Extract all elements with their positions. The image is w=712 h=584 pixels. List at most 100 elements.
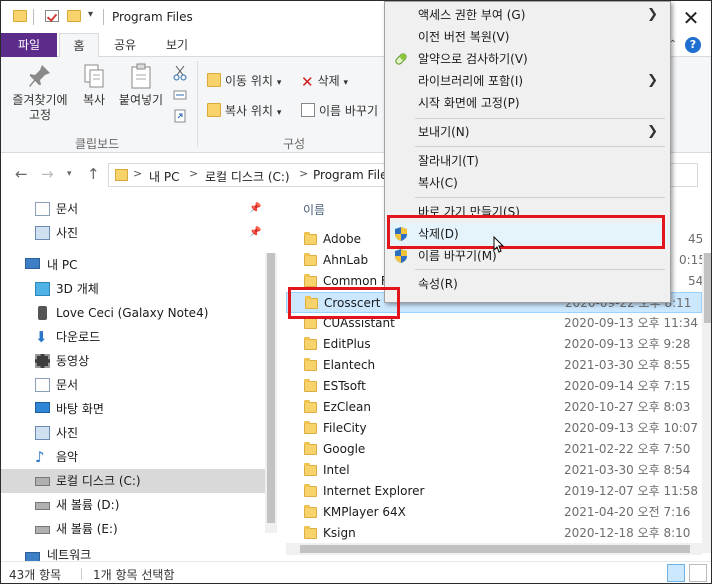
documents-icon — [35, 202, 50, 216]
desktop-icon — [35, 402, 50, 413]
scrollbar-thumb[interactable] — [300, 545, 690, 553]
videos-icon — [35, 354, 50, 368]
date-modified: 2020-09-14 오후 7:15 — [564, 379, 691, 393]
breadcrumb-chevron-icon[interactable]: > — [299, 167, 308, 180]
horizontal-scrollbar[interactable] — [286, 543, 702, 555]
cut-icon[interactable] — [173, 65, 187, 81]
scrollbar-thumb[interactable] — [267, 253, 275, 523]
sidebar-item-label: 문서 — [56, 378, 79, 392]
paste-shortcut-icon[interactable] — [173, 109, 187, 123]
move-to-button[interactable]: 이동 위치 ▾ — [207, 71, 281, 91]
breadcrumb-this-pc[interactable]: 내 PC — [149, 168, 179, 185]
close-button[interactable]: ✕ — [679, 7, 703, 29]
tab-file[interactable]: 파일 — [1, 33, 57, 57]
sidebar-item-local-disk[interactable]: 로컬 디스크 (C:) — [1, 469, 265, 493]
pin-icon[interactable]: 📌 — [249, 221, 261, 245]
recent-locations-icon[interactable]: ▾ — [67, 169, 72, 179]
sidebar-item-downloads[interactable]: ⬇ 다운로드 — [1, 325, 265, 349]
up-arrow-icon[interactable]: ↑ — [87, 165, 100, 183]
column-header-name[interactable]: 이름 — [303, 201, 325, 218]
list-item[interactable]: Google 2021-02-22 오후 7:50 — [286, 439, 702, 460]
sidebar-item-music[interactable]: ♪ 음악 — [1, 445, 265, 469]
drive-icon — [35, 526, 50, 534]
scrollbar-thumb[interactable] — [704, 253, 711, 323]
menu-item-include-in-library[interactable]: 라이브러리에 포함(I) ❯ — [385, 70, 670, 92]
menu-item-cut[interactable]: 잘라내기(T) — [385, 150, 670, 172]
menu-item-rename[interactable]: 이름 바꾸기(M) — [385, 245, 670, 267]
date-modified: 2020-10-27 오후 8:03 — [564, 400, 691, 414]
3d-objects-icon — [35, 282, 50, 296]
list-item[interactable]: EditPlus 2020-09-13 오후 9:28 — [286, 334, 702, 355]
quick-access-dropdown-icon[interactable]: ▾ — [88, 9, 93, 20]
large-icons-view-icon[interactable] — [689, 564, 707, 582]
sidebar-item-this-pc[interactable]: 내 PC — [1, 253, 265, 277]
sidebar-item-phone[interactable]: Love Ceci (Galaxy Note4) — [1, 301, 265, 325]
folder-icon — [304, 274, 317, 287]
menu-separator — [415, 269, 665, 270]
paste-button[interactable]: 붙여넣기 — [115, 63, 167, 108]
local-disk-icon — [35, 477, 50, 486]
list-item[interactable]: CUAssistant 2020-09-13 오후 11:34 — [286, 313, 702, 334]
menu-item-pin-to-start[interactable]: 시작 화면에 고정(P) — [385, 92, 670, 114]
sidebar-item-videos[interactable]: 동영상 — [1, 349, 265, 373]
file-list-scrollbar[interactable] — [702, 253, 711, 553]
breadcrumb-program-files[interactable]: Program Files — [313, 168, 394, 182]
menu-item-label: 삭제(D) — [418, 227, 459, 241]
pin-to-quick-access-button[interactable]: 즐겨찾기에 고정 — [9, 63, 71, 123]
menu-item-create-shortcut[interactable]: 바로 가기 만들기(S) — [385, 201, 670, 223]
list-item[interactable]: FileCity 2020-09-13 오후 10:07 — [286, 418, 702, 439]
copy-to-button[interactable]: 복사 위치 ▾ — [207, 101, 281, 121]
sidebar-item-3d-objects[interactable]: 3D 개체 — [1, 277, 265, 301]
back-arrow-icon[interactable]: ← — [15, 165, 28, 183]
list-item[interactable]: Elantech 2021-03-30 오후 8:55 — [286, 355, 702, 376]
tab-share[interactable]: 공유 — [105, 33, 145, 57]
menu-item-delete[interactable]: 삭제(D) — [385, 223, 670, 245]
sidebar-item-label: 동영상 — [56, 354, 90, 368]
list-item[interactable]: ESTsoft 2020-09-14 오후 7:15 — [286, 376, 702, 397]
menu-item-label: 라이브러리에 포함(I) — [418, 74, 524, 88]
pin-icon[interactable]: 📌 — [249, 197, 261, 221]
forward-arrow-icon[interactable]: → — [41, 165, 54, 183]
help-icon[interactable]: ? — [685, 37, 701, 53]
tab-home[interactable]: 홈 — [59, 33, 99, 58]
list-item[interactable]: Intel 2021-03-30 오후 8:54 — [286, 460, 702, 481]
list-item[interactable]: Internet Explorer 2019-12-07 오후 11:58 — [286, 481, 702, 502]
sidebar-item-label: 새 볼륨 (D:) — [56, 498, 120, 512]
copy-button[interactable]: 복사 — [75, 63, 113, 108]
delete-button[interactable]: ✕ 삭제 ▾ — [301, 71, 348, 91]
sidebar-item-documents-pinned[interactable]: 문서 📌 — [1, 197, 265, 221]
menu-item-properties[interactable]: 속성(R) — [385, 273, 670, 295]
submenu-arrow-icon: ❯ — [647, 7, 658, 22]
sidebar-item-documents[interactable]: 문서 — [1, 373, 265, 397]
list-item[interactable]: EzClean 2020-10-27 오후 8:03 — [286, 397, 702, 418]
menu-item-copy[interactable]: 복사(C) — [385, 172, 670, 194]
properties-check-icon[interactable] — [45, 10, 59, 22]
navigation-scrollbar[interactable] — [265, 253, 277, 533]
folder-icon — [304, 253, 317, 266]
sidebar-item-network[interactable]: 네트워크 — [1, 547, 265, 561]
menu-item-send-to[interactable]: 보내기(N) ❯ — [385, 121, 670, 143]
menu-item-restore-previous[interactable]: 이전 버전 복원(V) — [385, 26, 670, 48]
paste-icon — [131, 63, 151, 89]
sidebar-item-volume-e[interactable]: 새 볼륨 (E:) — [1, 517, 265, 541]
menu-item-alyac-scan[interactable]: 알약으로 검사하기(V) — [385, 48, 670, 70]
sidebar-item-pictures[interactable]: 사진 — [1, 421, 265, 445]
new-folder-icon[interactable] — [67, 10, 81, 22]
menu-item-label: 이름 바꾸기(M) — [418, 249, 497, 263]
breadcrumb-chevron-icon[interactable]: > — [133, 167, 142, 180]
sidebar-item-pictures-pinned[interactable]: 사진 📌 — [1, 221, 265, 245]
sidebar-item-desktop[interactable]: 바탕 화면 — [1, 397, 265, 421]
tab-view[interactable]: 보기 — [157, 33, 197, 57]
copy-path-icon[interactable] — [173, 88, 187, 102]
breadcrumb-chevron-icon[interactable]: > — [189, 167, 198, 180]
list-item[interactable]: KMPlayer 64X 2021-04-20 오전 7:16 — [286, 502, 702, 523]
details-view-icon[interactable] — [667, 564, 685, 582]
network-icon — [25, 552, 40, 561]
folder-icon — [304, 400, 317, 413]
menu-item-give-access[interactable]: 액세스 권한 부여 (G) ❯ — [385, 4, 670, 26]
sidebar-item-volume-d[interactable]: 새 볼륨 (D:) — [1, 493, 265, 517]
rename-button[interactable]: 이름 바꾸기 — [301, 101, 378, 121]
uac-shield-icon — [395, 227, 407, 241]
breadcrumb-local-disk[interactable]: 로컬 디스크 (C:) — [205, 168, 290, 185]
list-item[interactable]: Ksign 2020-12-18 오후 8:10 — [286, 523, 702, 544]
